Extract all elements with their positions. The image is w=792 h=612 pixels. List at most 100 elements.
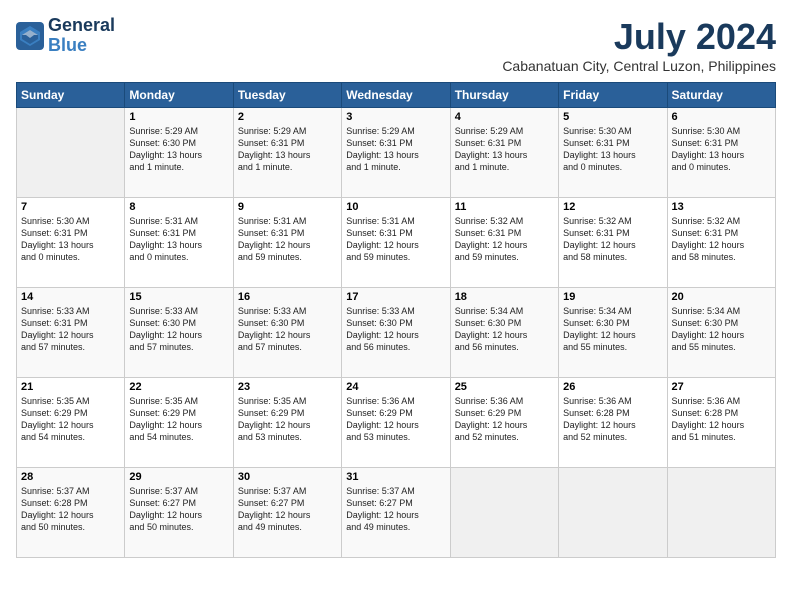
- calendar-table: SundayMondayTuesdayWednesdayThursdayFrid…: [16, 82, 776, 558]
- calendar-cell: 18Sunrise: 5:34 AM Sunset: 6:30 PM Dayli…: [450, 288, 558, 378]
- calendar-week-row: 21 Sunrise: 5:35 AM Sunset: 6:29 PM Dayli…: [17, 378, 776, 468]
- calendar-cell: 22Sunrise: 5:35 AM Sunset: 6:29 PM Dayli…: [125, 378, 233, 468]
- day-info: Sunrise: 5:31 AM Sunset: 6:31 PM Dayligh…: [346, 215, 445, 264]
- day-info: Sunrise: 5:35 AM Sunset: 6:29 PM Dayligh…: [21, 395, 120, 444]
- calendar-cell: 16Sunrise: 5:33 AM Sunset: 6:30 PM Dayli…: [233, 288, 341, 378]
- calendar-cell: 31 Sunrise: 5:37 AM Sunset: 6:27 PM Dayli…: [342, 468, 450, 558]
- day-info: Sunrise: 5:36 AM Sunset: 6:29 PM Dayligh…: [346, 395, 445, 444]
- calendar-cell: 12 Sunrise: 5:32 AM Sunset: 6:31 PM Dayli…: [559, 198, 667, 288]
- day-number: 5: [563, 111, 662, 123]
- day-number: 2: [238, 111, 337, 123]
- day-number: 12: [563, 201, 662, 213]
- day-header-sunday: Sunday: [17, 83, 125, 108]
- day-info: Sunrise: 5:32 AM Sunset: 6:31 PM Dayligh…: [563, 215, 662, 264]
- calendar-cell: 28Sunrise: 5:37 AM Sunset: 6:28 PM Dayli…: [17, 468, 125, 558]
- day-info: Sunrise: 5:30 AM Sunset: 6:31 PM Dayligh…: [563, 125, 662, 174]
- title-block: July 2024 Cabanatuan City, Central Luzon…: [502, 16, 776, 74]
- day-info: Sunrise: 5:31 AM Sunset: 6:31 PM Dayligh…: [238, 215, 337, 264]
- location-subtitle: Cabanatuan City, Central Luzon, Philippi…: [502, 58, 776, 74]
- calendar-cell: 27 Sunrise: 5:36 AM Sunset: 6:28 PM Dayli…: [667, 378, 775, 468]
- calendar-cell: 8 Sunrise: 5:31 AM Sunset: 6:31 PM Daylig…: [125, 198, 233, 288]
- calendar-cell: 26 Sunrise: 5:36 AM Sunset: 6:28 PM Dayli…: [559, 378, 667, 468]
- calendar-cell: 9 Sunrise: 5:31 AM Sunset: 6:31 PM Daylig…: [233, 198, 341, 288]
- day-info: Sunrise: 5:30 AM Sunset: 6:31 PM Dayligh…: [672, 125, 771, 174]
- day-info: Sunrise: 5:34 AM Sunset: 6:30 PM Dayligh…: [563, 305, 662, 354]
- calendar-cell: 6 Sunrise: 5:30 AM Sunset: 6:31 PM Daylig…: [667, 108, 775, 198]
- day-number: 30: [238, 471, 337, 483]
- day-number: 15: [129, 291, 228, 303]
- day-header-saturday: Saturday: [667, 83, 775, 108]
- day-number: 21: [21, 381, 120, 393]
- day-info: Sunrise: 5:33 AM Sunset: 6:30 PM Dayligh…: [238, 305, 337, 354]
- calendar-cell: 11Sunrise: 5:32 AM Sunset: 6:31 PM Dayli…: [450, 198, 558, 288]
- day-number: 8: [129, 201, 228, 213]
- day-number: 22: [129, 381, 228, 393]
- calendar-cell: 5 Sunrise: 5:30 AM Sunset: 6:31 PM Daylig…: [559, 108, 667, 198]
- page-header: General Blue July 2024 Cabanatuan City, …: [16, 16, 776, 74]
- day-number: 27: [672, 381, 771, 393]
- day-info: Sunrise: 5:34 AM Sunset: 6:30 PM Dayligh…: [455, 305, 554, 354]
- day-number: 17: [346, 291, 445, 303]
- day-info: Sunrise: 5:30 AM Sunset: 6:31 PM Dayligh…: [21, 215, 120, 264]
- day-info: Sunrise: 5:33 AM Sunset: 6:31 PM Dayligh…: [21, 305, 120, 354]
- day-header-tuesday: Tuesday: [233, 83, 341, 108]
- day-number: 1: [129, 111, 228, 123]
- calendar-cell: 4 Sunrise: 5:29 AM Sunset: 6:31 PM Daylig…: [450, 108, 558, 198]
- day-number: 29: [129, 471, 228, 483]
- day-number: 20: [672, 291, 771, 303]
- logo-text: General Blue: [48, 16, 115, 56]
- calendar-cell: 2 Sunrise: 5:29 AM Sunset: 6:31 PM Daylig…: [233, 108, 341, 198]
- calendar-cell: 3Sunrise: 5:29 AM Sunset: 6:31 PM Daylig…: [342, 108, 450, 198]
- calendar-cell: 24 Sunrise: 5:36 AM Sunset: 6:29 PM Dayli…: [342, 378, 450, 468]
- day-info: Sunrise: 5:29 AM Sunset: 6:31 PM Dayligh…: [455, 125, 554, 174]
- day-info: Sunrise: 5:37 AM Sunset: 6:27 PM Dayligh…: [346, 485, 445, 534]
- day-info: Sunrise: 5:33 AM Sunset: 6:30 PM Dayligh…: [129, 305, 228, 354]
- calendar-cell: 30 Sunrise: 5:37 AM Sunset: 6:27 PM Dayli…: [233, 468, 341, 558]
- calendar-cell: 1 Sunrise: 5:29 AM Sunset: 6:30 PM Daylig…: [125, 108, 233, 198]
- day-info: Sunrise: 5:29 AM Sunset: 6:31 PM Dayligh…: [238, 125, 337, 174]
- day-header-monday: Monday: [125, 83, 233, 108]
- day-number: 6: [672, 111, 771, 123]
- calendar-cell: [17, 108, 125, 198]
- month-year-title: July 2024: [502, 16, 776, 58]
- day-number: 14: [21, 291, 120, 303]
- day-number: 4: [455, 111, 554, 123]
- day-info: Sunrise: 5:37 AM Sunset: 6:28 PM Dayligh…: [21, 485, 120, 534]
- day-number: 3: [346, 111, 445, 123]
- day-number: 26: [563, 381, 662, 393]
- calendar-cell: 23 Sunrise: 5:35 AM Sunset: 6:29 PM Dayli…: [233, 378, 341, 468]
- day-number: 25: [455, 381, 554, 393]
- calendar-cell: 20 Sunrise: 5:34 AM Sunset: 6:30 PM Dayli…: [667, 288, 775, 378]
- calendar-cell: [450, 468, 558, 558]
- day-info: Sunrise: 5:29 AM Sunset: 6:30 PM Dayligh…: [129, 125, 228, 174]
- day-info: Sunrise: 5:32 AM Sunset: 6:31 PM Dayligh…: [672, 215, 771, 264]
- day-number: 23: [238, 381, 337, 393]
- calendar-cell: 10 Sunrise: 5:31 AM Sunset: 6:31 PM Dayli…: [342, 198, 450, 288]
- day-info: Sunrise: 5:36 AM Sunset: 6:29 PM Dayligh…: [455, 395, 554, 444]
- calendar-cell: 15 Sunrise: 5:33 AM Sunset: 6:30 PM Dayli…: [125, 288, 233, 378]
- day-number: 13: [672, 201, 771, 213]
- calendar-cell: 21 Sunrise: 5:35 AM Sunset: 6:29 PM Dayli…: [17, 378, 125, 468]
- calendar-cell: [559, 468, 667, 558]
- calendar-cell: 17 Sunrise: 5:33 AM Sunset: 6:30 PM Dayli…: [342, 288, 450, 378]
- day-header-wednesday: Wednesday: [342, 83, 450, 108]
- day-info: Sunrise: 5:31 AM Sunset: 6:31 PM Dayligh…: [129, 215, 228, 264]
- day-header-friday: Friday: [559, 83, 667, 108]
- day-info: Sunrise: 5:36 AM Sunset: 6:28 PM Dayligh…: [563, 395, 662, 444]
- day-info: Sunrise: 5:35 AM Sunset: 6:29 PM Dayligh…: [238, 395, 337, 444]
- day-info: Sunrise: 5:32 AM Sunset: 6:31 PM Dayligh…: [455, 215, 554, 264]
- day-number: 10: [346, 201, 445, 213]
- day-info: Sunrise: 5:37 AM Sunset: 6:27 PM Dayligh…: [238, 485, 337, 534]
- logo: General Blue: [16, 16, 115, 56]
- day-info: Sunrise: 5:33 AM Sunset: 6:30 PM Dayligh…: [346, 305, 445, 354]
- day-number: 24: [346, 381, 445, 393]
- calendar-week-row: 28Sunrise: 5:37 AM Sunset: 6:28 PM Dayli…: [17, 468, 776, 558]
- calendar-cell: 29 Sunrise: 5:37 AM Sunset: 6:27 PM Dayli…: [125, 468, 233, 558]
- day-header-thursday: Thursday: [450, 83, 558, 108]
- day-info: Sunrise: 5:37 AM Sunset: 6:27 PM Dayligh…: [129, 485, 228, 534]
- day-number: 9: [238, 201, 337, 213]
- day-number: 31: [346, 471, 445, 483]
- day-info: Sunrise: 5:34 AM Sunset: 6:30 PM Dayligh…: [672, 305, 771, 354]
- day-info: Sunrise: 5:36 AM Sunset: 6:28 PM Dayligh…: [672, 395, 771, 444]
- day-number: 19: [563, 291, 662, 303]
